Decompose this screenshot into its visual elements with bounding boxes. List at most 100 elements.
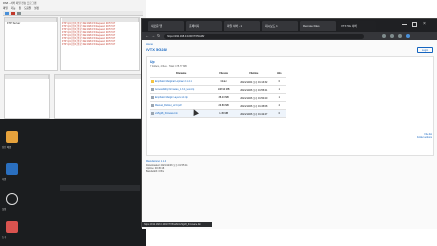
table-row[interactable]: Emphatic Marginal Lopinac 2.1.4.1 folder… [150, 77, 286, 86]
folder-actions-link[interactable]: Folder actions [404, 136, 432, 139]
file-name-cell[interactable]: vtx5g28_firmware.bin [150, 109, 213, 118]
taskbar-panel: 상단 배열 지원 설정 도구 [0, 119, 146, 246]
settings-icon[interactable] [17, 12, 21, 15]
extension-icons [382, 34, 432, 38]
file-size-cell: 108.90 MB [212, 85, 236, 94]
menu-item[interactable]: 창 [19, 6, 21, 10]
tab-bar: 새로운 탭 홈페이지 파일 서버 - 1 대시보드 1 Remote Files… [142, 19, 437, 32]
file-size-cell: 29.89 MB [212, 101, 236, 110]
browser-window: 새로운 탭 홈페이지 파일 서버 - 1 대시보드 1 Remote Files… [141, 18, 437, 229]
file-hits-cell: 1 [272, 85, 286, 94]
globe-icon [6, 193, 18, 205]
file-time-cell: 2021/12/04 오후 01:13:32 [235, 77, 273, 86]
browser-tab[interactable]: 홈페이지 [186, 21, 222, 31]
file-name-cell[interactable]: Emphatic Marginal Lopinac 2.1.4.1 [150, 77, 213, 86]
app-title: RS8 - 서버 파일 전송 프로그램 [3, 2, 37, 5]
file-size-cell: folder [212, 77, 236, 86]
tree-root[interactable]: FTP Server [5, 22, 57, 26]
file-name-cell[interactable]: Manual_Rollout_v2.0.pdf [150, 101, 213, 110]
menu-item[interactable]: 설정 [34, 6, 39, 10]
toolbar [3, 11, 143, 16]
file-time-cell: 2021/12/06 오후 01:55:41 [235, 85, 273, 94]
taskbar-item[interactable]: 지원 [2, 161, 24, 183]
close-icon[interactable]: × [423, 22, 429, 28]
table-row[interactable]: Emphatic Margin Layers v2.zip 38.43 MB 2… [150, 93, 286, 102]
browser-tab[interactable]: 대시보드 1 [262, 21, 298, 31]
up-link[interactable]: Up [150, 60, 155, 64]
taskbar-item[interactable]: 설정 [2, 191, 24, 213]
menu-bar: 파일 기능 창 도움말 설정 [3, 6, 83, 10]
address-bar: ← → ↻ https://192.168.0.100/VTX5G28/ [142, 32, 437, 40]
status-panel-right [54, 74, 144, 119]
file-time-cell: 2021/12/06 오후 01:42:47 [235, 109, 273, 118]
taskbar-label: 지원 [2, 179, 7, 181]
media-bar [60, 185, 140, 191]
browser-tab[interactable]: Remote Files [300, 21, 336, 31]
menu-item[interactable]: 기능 [11, 6, 16, 10]
app-icon [6, 163, 18, 175]
profile-icon[interactable] [406, 34, 410, 38]
taskbar-label: 도구 [2, 237, 7, 239]
log-line: FTP 서버 접속 완료 192.168.0.5 Request: 00:57:… [62, 43, 116, 46]
menu-item[interactable]: 도움말 [24, 6, 31, 10]
file-hits-cell: 1 [272, 93, 286, 102]
person-icon [6, 131, 18, 143]
extension-icon[interactable] [390, 34, 394, 38]
extension-icon[interactable] [398, 34, 402, 38]
browser-tab-active[interactable]: VTX 5G 서버 [338, 21, 376, 31]
file-name-cell[interactable]: Accessibility Firmware_1.3.4_test.zip [150, 85, 213, 94]
disconnect-icon[interactable] [11, 12, 15, 15]
status-header [55, 75, 143, 79]
connect-icon[interactable] [5, 12, 9, 15]
breadcrumb[interactable]: Home [146, 43, 153, 46]
table-row[interactable]: Manual_Rollout_v2.0.pdf 29.89 MB 2021/12… [150, 101, 286, 110]
taskbar-label: 상단 배열 [2, 147, 12, 149]
file-size-cell: 38.43 MB [212, 93, 236, 102]
table-row[interactable]: Accessibility Firmware_1.3.4_test.zip 10… [150, 85, 286, 94]
browser-tab[interactable]: 새로운 탭 [148, 21, 184, 31]
maximize-icon[interactable] [412, 22, 417, 27]
log-panel: FTP 서버 접속 완료 192.168.0.5 Request: 00:57:… [60, 17, 140, 71]
url-input[interactable]: https://192.168.0.100/VTX5G28/ [164, 33, 364, 39]
file-time-cell: 2021/12/06 오후 01:45:08 [235, 101, 273, 110]
taskbar-item[interactable]: 도구 [2, 219, 24, 241]
window-controls: × [402, 22, 432, 28]
file-icon [151, 87, 154, 91]
login-button[interactable]: Login [417, 47, 433, 53]
folder-icon [151, 79, 154, 83]
col-filetime[interactable]: Filetime [235, 70, 273, 78]
tool-icon [6, 221, 18, 233]
status-bar: https://192.168.0.100/VTX5G28/vtx5g28_fi… [142, 222, 212, 227]
taskbar-label: 설정 [2, 209, 7, 211]
table-header: Filename Filesize Filetime Hits [150, 70, 286, 78]
back-icon[interactable]: ← [145, 34, 149, 38]
file-time-cell: 2021/12/06 오후 01:50:20 [235, 93, 273, 102]
ftp-app-window: RS8 - 서버 파일 전송 프로그램 파일 기능 창 도움말 설정 FTP S… [0, 0, 146, 246]
page-title: /VTX 5G28/ [146, 47, 167, 52]
col-filesize[interactable]: Filesize [212, 70, 236, 78]
file-size-cell: 1.45 MB [212, 109, 236, 118]
file-icon [151, 111, 154, 115]
page-content: Home /VTX 5G28/ Login Up 7 folders, 4 fi… [142, 40, 437, 229]
footer-line: Bandwidth: 0 B/s [146, 170, 164, 173]
right-links: File list Folder actions [404, 133, 432, 139]
browser-tab[interactable]: 파일 서버 - 1 [224, 21, 260, 31]
file-hits-cell: 0 [272, 109, 286, 118]
page-footer: Manufacturer 1.1.4 Downloaded: 2021/12/0… [146, 160, 266, 173]
col-hits[interactable]: Hits [272, 70, 286, 78]
table-row[interactable]: vtx5g28_firmware.bin 1.45 MB 2021/12/06 … [150, 109, 286, 118]
file-listing-card: Up 7 folders, 4 files · Total: 175.77 MB… [146, 56, 434, 156]
file-icon [151, 103, 154, 107]
tree-panel: FTP Server [4, 17, 58, 71]
file-hits-cell: 0 [272, 77, 286, 86]
menu-item[interactable]: 파일 [3, 6, 8, 10]
minimize-icon[interactable] [402, 24, 407, 25]
forward-icon[interactable]: → [151, 34, 155, 38]
extension-icon[interactable] [382, 34, 386, 38]
col-filename[interactable]: Filename [150, 70, 213, 78]
file-icon [151, 95, 154, 99]
file-table: Filename Filesize Filetime Hits Emphatic… [150, 70, 290, 118]
taskbar-item[interactable]: 상단 배열 [2, 129, 24, 151]
file-name-cell[interactable]: Emphatic Margin Layers v2.zip [150, 93, 213, 102]
reload-icon[interactable]: ↻ [157, 34, 161, 38]
